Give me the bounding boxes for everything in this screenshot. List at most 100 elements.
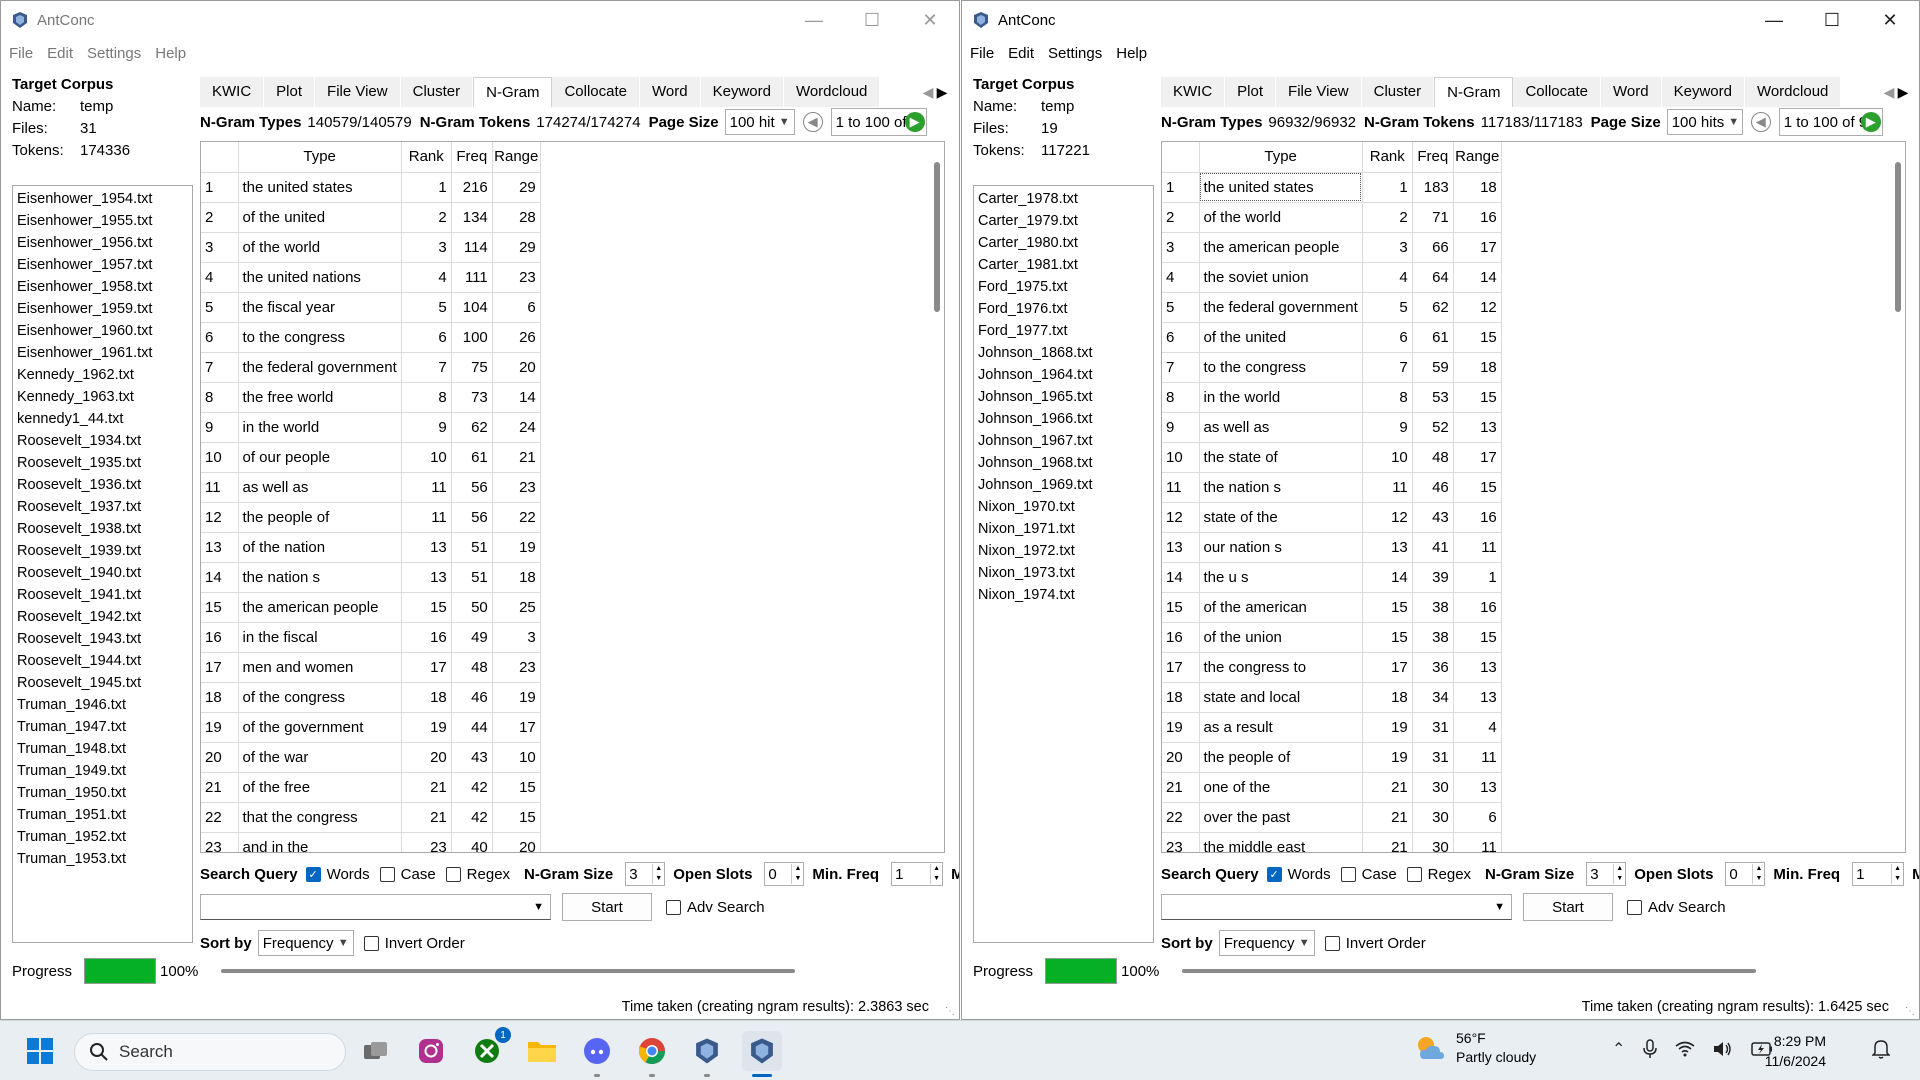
- type-cell[interactable]: our nation s: [1199, 532, 1363, 563]
- close-icon[interactable]: ✕: [901, 1, 959, 39]
- file-list-item[interactable]: Eisenhower_1959.txt: [17, 298, 188, 320]
- type-cell[interactable]: of the government: [238, 712, 402, 743]
- table-row[interactable]: 20 the people of 19 31 11: [1162, 742, 1502, 773]
- type-cell[interactable]: the middle east: [1199, 832, 1363, 852]
- spin-up-icon[interactable]: ▲: [1892, 864, 1903, 874]
- spin-up-icon[interactable]: ▲: [792, 864, 803, 874]
- file-list-item[interactable]: Johnson_1965.txt: [978, 386, 1149, 408]
- type-cell[interactable]: and in the: [238, 832, 402, 852]
- type-cell[interactable]: of the world: [238, 232, 402, 263]
- ngram-results-table[interactable]: Type Rank Freq Range 1 the united states 1…: [1161, 141, 1906, 853]
- table-row[interactable]: 14 the nation s 13 51 18: [201, 562, 541, 593]
- spin-up-icon[interactable]: ▲: [1614, 864, 1625, 874]
- tab-file-view[interactable]: File View: [1276, 77, 1362, 107]
- next-page-icon[interactable]: ▶: [1860, 112, 1881, 132]
- table-row[interactable]: 21 one of the 21 30 13: [1162, 772, 1502, 803]
- table-row[interactable]: 10 the state of 10 48 17: [1162, 442, 1502, 473]
- tab-ngram[interactable]: N-Gram: [1434, 77, 1514, 107]
- spin-down-icon[interactable]: ▼: [1892, 874, 1903, 884]
- antconc-taskbar-icon[interactable]: [687, 1031, 727, 1077]
- file-list-item[interactable]: Kennedy_1963.txt: [17, 386, 188, 408]
- file-list-item[interactable]: Roosevelt_1938.txt: [17, 518, 188, 540]
- menu-edit[interactable]: Edit: [1008, 45, 1034, 62]
- table-row[interactable]: 15 the american people 15 50 25: [201, 592, 541, 623]
- type-cell[interactable]: the nation s: [1199, 472, 1363, 503]
- open-slots-stepper[interactable]: 0 ▲ ▼: [764, 862, 805, 886]
- col-range-header[interactable]: Range: [1453, 142, 1502, 173]
- weather-widget[interactable]: 56°F Partly cloudy: [1414, 1029, 1536, 1067]
- volume-icon[interactable]: [1713, 1041, 1733, 1057]
- task-view-icon[interactable]: [356, 1031, 396, 1071]
- file-list-item[interactable]: Truman_1949.txt: [17, 760, 188, 782]
- type-cell[interactable]: in the world: [1199, 382, 1363, 413]
- type-cell[interactable]: state and local: [1199, 682, 1363, 713]
- invert-order-checkbox[interactable]: [1324, 935, 1340, 951]
- file-list-item[interactable]: Roosevelt_1936.txt: [17, 474, 188, 496]
- spin-up-icon[interactable]: ▲: [1753, 864, 1764, 874]
- open-slots-stepper[interactable]: 0 ▲ ▼: [1725, 862, 1766, 886]
- file-list-item[interactable]: Nixon_1973.txt: [978, 562, 1149, 584]
- menu-settings[interactable]: Settings: [87, 45, 141, 62]
- file-list-item[interactable]: Truman_1947.txt: [17, 716, 188, 738]
- regex-checkbox[interactable]: [445, 866, 461, 882]
- corpus-file-list[interactable]: Eisenhower_1954.txt Eisenhower_1955.txt Ei…: [12, 185, 193, 943]
- type-cell[interactable]: one of the: [1199, 772, 1363, 803]
- table-row[interactable]: 4 the united nations 4 111 23: [201, 262, 541, 293]
- file-list-item[interactable]: Truman_1953.txt: [17, 848, 188, 870]
- file-list-item[interactable]: Johnson_1968.txt: [978, 452, 1149, 474]
- file-list-item[interactable]: Roosevelt_1937.txt: [17, 496, 188, 518]
- menu-help[interactable]: Help: [155, 45, 186, 62]
- type-cell[interactable]: that the congress: [238, 802, 402, 833]
- tab-wordcloud[interactable]: Wordcloud: [783, 77, 881, 107]
- spin-down-icon[interactable]: ▼: [931, 874, 942, 884]
- table-row[interactable]: 23 and in the 23 40 20: [201, 832, 541, 852]
- adv-search-checkbox[interactable]: [1627, 899, 1642, 915]
- type-cell[interactable]: in the world: [238, 412, 402, 443]
- file-list-item[interactable]: Truman_1952.txt: [17, 826, 188, 848]
- case-checkbox[interactable]: [1340, 866, 1356, 882]
- file-list-item[interactable]: Eisenhower_1954.txt: [17, 188, 188, 210]
- sort-by-select[interactable]: Frequency ▼: [257, 930, 354, 956]
- type-cell[interactable]: the fiscal year: [238, 292, 402, 323]
- menu-file[interactable]: File: [9, 45, 33, 62]
- tab-collocate[interactable]: Collocate: [1513, 77, 1602, 107]
- windows-start-icon[interactable]: [20, 1031, 60, 1071]
- chevron-down-icon[interactable]: ▼: [1494, 901, 1505, 913]
- type-cell[interactable]: the soviet union: [1199, 262, 1363, 293]
- type-cell[interactable]: of the american: [1199, 592, 1363, 623]
- menu-file[interactable]: File: [970, 45, 994, 62]
- system-clock[interactable]: 8:29 PM 11/6/2024: [1760, 1031, 1826, 1071]
- type-cell[interactable]: of the nation: [238, 532, 402, 563]
- table-row[interactable]: 10 of our people 10 61 21: [201, 442, 541, 473]
- minimize-icon[interactable]: —: [1745, 1, 1803, 39]
- tab-cluster[interactable]: Cluster: [1361, 77, 1435, 107]
- invert-order-checkbox[interactable]: [363, 935, 379, 951]
- col-range-header[interactable]: Range: [492, 142, 541, 173]
- page-size-select[interactable]: 100 hits ▼: [1666, 109, 1743, 135]
- table-row[interactable]: 5 the federal government 5 62 12: [1162, 292, 1502, 323]
- chevron-up-icon[interactable]: ⌃: [1612, 1039, 1625, 1059]
- ngram-results-table[interactable]: Type Rank Freq Range 1 the united states 1…: [200, 141, 945, 853]
- menu-settings[interactable]: Settings: [1048, 45, 1102, 62]
- corpus-file-list[interactable]: Carter_1978.txt Carter_1979.txt Carter_198…: [973, 185, 1154, 943]
- minimize-icon[interactable]: —: [785, 1, 843, 39]
- taskbar-search-box[interactable]: Search: [74, 1033, 346, 1071]
- resize-grip-icon[interactable]: ⋱: [1905, 1006, 1915, 1017]
- type-cell[interactable]: the state of: [1199, 442, 1363, 473]
- table-row[interactable]: 22 over the past 21 30 6: [1162, 802, 1502, 833]
- table-row[interactable]: 16 in the fiscal 16 49 3: [201, 622, 541, 653]
- prev-page-icon[interactable]: ◀: [1750, 112, 1771, 132]
- file-list-item[interactable]: Roosevelt_1941.txt: [17, 584, 188, 606]
- vertical-scrollbar[interactable]: [934, 162, 940, 312]
- spin-up-icon[interactable]: ▲: [653, 864, 664, 874]
- file-list-item[interactable]: Eisenhower_1958.txt: [17, 276, 188, 298]
- col-type-header[interactable]: Type: [238, 142, 402, 173]
- col-freq-header[interactable]: Freq: [1412, 142, 1454, 173]
- file-list-item[interactable]: Johnson_1964.txt: [978, 364, 1149, 386]
- type-cell[interactable]: the american people: [1199, 232, 1363, 263]
- col-freq-header[interactable]: Freq: [451, 142, 493, 173]
- type-cell[interactable]: the u s: [1199, 562, 1363, 593]
- file-list-item[interactable]: Truman_1951.txt: [17, 804, 188, 826]
- file-list-item[interactable]: Roosevelt_1942.txt: [17, 606, 188, 628]
- table-row[interactable]: 3 the american people 3 66 17: [1162, 232, 1502, 263]
